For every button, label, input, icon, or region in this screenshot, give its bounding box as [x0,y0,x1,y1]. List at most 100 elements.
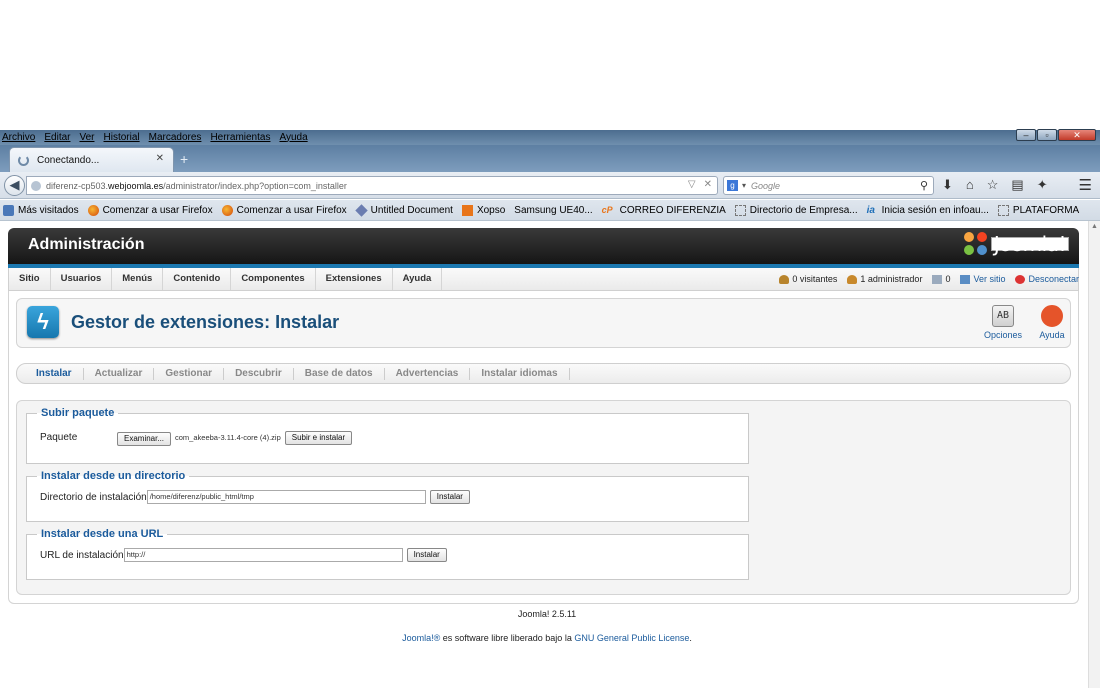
help-button[interactable]: Ayuda [1030,305,1074,340]
admin-user-icon [847,274,858,284]
minimize-button[interactable]: – [1016,129,1036,141]
infoautonomos-icon: ia [866,204,875,216]
tab-instalar[interactable]: Instalar [25,367,84,380]
upload-legend: Subir paquete [41,407,115,419]
menu-archivo[interactable]: Archivo [2,132,35,143]
bookmarks-toolbar: Más visitados Comenzar a usar Firefox Co… [0,200,1100,221]
tab-descubrir[interactable]: Descubrir [224,367,294,380]
menu-marcadores[interactable]: Marcadores [149,132,202,143]
gpl-link[interactable]: GNU General Public License [574,633,689,643]
addon-icon[interactable]: ✦ [1037,177,1048,193]
logout-link[interactable]: Desconectar [1015,274,1079,284]
bookmark-item[interactable]: Comenzar a usar Firefox [87,204,213,216]
bookmark-item[interactable]: PLATAFORMA [997,204,1080,216]
tab-actualizar[interactable]: Actualizar [84,367,155,380]
new-tab-button[interactable]: + [180,151,188,167]
search-bar[interactable]: g ▾ Google ⚲ [723,176,934,195]
bookmark-item[interactable]: ia Inicia sesión en infoau... [867,205,989,216]
messages-count: 0 [945,274,951,284]
history-dropdown-icon[interactable]: ▽ [688,179,696,190]
scroll-up-icon[interactable]: ▲ [1091,223,1098,230]
admin-title: Administración [28,236,145,253]
menu-editar[interactable]: Editar [44,132,70,143]
bookmark-item[interactable]: Comenzar a usar Firefox [221,204,347,216]
menu-herramientas[interactable]: Herramientas [210,132,270,143]
tab-close-icon[interactable]: ✕ [156,153,164,164]
joomla-mark-icon [963,232,988,256]
upload-row: Paquete Examinar... com_akeeba-3.11.4-co… [40,428,353,446]
view-site-label: Ver sitio [973,274,1006,284]
google-icon[interactable]: g [727,180,738,191]
bookmark-item[interactable]: Más visitados [3,204,79,216]
menu-extensiones[interactable]: Extensiones [316,268,393,290]
tab-advertencias[interactable]: Advertencias [385,367,471,380]
joomla-logo: Joomla! [963,232,1069,256]
back-button[interactable]: ◀ [4,175,25,196]
menu-sitio[interactable]: Sitio [9,268,51,290]
directory-legend: Instalar desde un directorio [41,470,186,482]
bookmark-item[interactable]: Untitled Document [354,203,453,217]
url-path: /administrator/index.php?option=com_inst… [163,180,347,191]
help-lifebuoy-icon [1041,305,1063,327]
directory-input[interactable]: /home/diferenz/public_html/tmp [146,490,426,504]
options-button[interactable]: AB Opciones [981,305,1025,340]
options-icon: AB [992,305,1014,327]
document-icon [354,203,368,217]
bookmark-item[interactable]: Directorio de Empresa... [734,204,858,216]
joomla-link[interactable]: Joomla!® [402,633,440,643]
install-url-button[interactable]: Instalar [406,548,447,562]
stop-icon[interactable]: ✕ [704,179,712,190]
search-engine-dropdown-icon[interactable]: ▾ [742,181,746,190]
logout-label: Desconectar [1028,274,1079,284]
url-legend: Instalar desde una URL [41,528,164,540]
install-directory-button[interactable]: Instalar [429,490,470,504]
bookmark-item[interactable]: Samsung UE40... [514,205,592,216]
tab-base-de-datos[interactable]: Base de datos [294,367,385,380]
tab-instalar-idiomas[interactable]: Instalar idiomas [470,367,570,380]
toolbar-icons: ⬇ ⌂ ☆ ▤ ✦ [942,177,1048,193]
bookmarks-list-icon[interactable]: ▤ [1011,177,1023,193]
page-icon [734,204,746,216]
bookmark-item[interactable]: Xopso [461,204,505,216]
directory-label: Directorio de instalación [40,491,147,503]
menu-componentes[interactable]: Componentes [231,268,316,290]
bookmark-star-icon[interactable]: ☆ [987,177,999,193]
upload-install-button[interactable]: Subir e instalar [284,431,353,445]
url-text: diferenz-cp503.webjoomla.es/administrato… [46,181,347,191]
bookmark-label: CORREO DIFERENZIA [619,204,726,216]
license-end: . [689,633,692,643]
browser-tab[interactable]: Conectando... ✕ [9,147,174,172]
view-site-link[interactable]: Ver sitio [960,274,1005,284]
browse-button[interactable]: Examinar... [117,432,172,446]
monitor-icon [960,274,971,284]
status-module: 0 visitantes 1 administrador 0 Ver sitio… [779,274,1079,284]
submenu-tabs: Instalar Actualizar Gestionar Descubrir … [16,363,1071,384]
menu-contenido[interactable]: Contenido [163,268,232,290]
menu-icon[interactable]: ☰ [1079,176,1092,194]
file-name-field[interactable]: com_akeeba-3.11.4-core (4).zip [173,432,283,446]
url-host: webjoomla.es [108,180,164,191]
menu-historial[interactable]: Historial [104,132,140,143]
menu-usuarios[interactable]: Usuarios [51,268,113,290]
installer-icon: ϟ [27,306,59,338]
close-window-button[interactable]: ✕ [1058,129,1096,141]
visitors-status: 0 visitantes [779,274,837,284]
url-host-prefix: diferenz-cp503. [46,180,109,191]
menu-ver[interactable]: Ver [79,132,94,143]
download-icon[interactable]: ⬇ [942,177,953,193]
address-bar[interactable]: diferenz-cp503.webjoomla.es/administrato… [26,176,718,195]
maximize-button[interactable]: ▫ [1037,129,1057,141]
bookmark-item[interactable]: cP CORREO DIFERENZIA [602,205,726,216]
tab-gestionar[interactable]: Gestionar [154,367,225,380]
home-icon[interactable]: ⌂ [966,177,974,193]
menu-menus[interactable]: Menús [112,268,164,290]
loading-spinner-icon [18,154,29,166]
bookmark-label: PLATAFORMA [1012,204,1080,216]
messages-icon [932,274,943,284]
url-input[interactable]: http:// [123,548,403,562]
messages-status[interactable]: 0 [932,274,950,284]
menu-ayuda[interactable]: Ayuda [279,132,307,143]
menu-ayuda[interactable]: Ayuda [393,268,443,290]
bookmark-label: Samsung UE40... [514,204,593,216]
search-icon[interactable]: ⚲ [920,179,928,192]
